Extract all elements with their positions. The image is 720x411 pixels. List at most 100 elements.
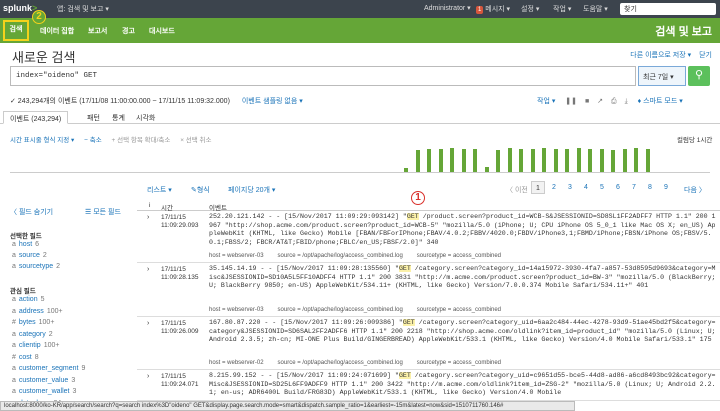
- page-button[interactable]: 4: [579, 181, 593, 194]
- field-bytes[interactable]: # bytes 100+: [12, 319, 54, 326]
- page-button[interactable]: 1: [531, 181, 545, 194]
- nav-reports[interactable]: 보고서: [88, 26, 107, 36]
- field-customer-segment[interactable]: a customer_segment 9: [12, 365, 85, 372]
- expand-row-icon[interactable]: ›: [147, 266, 149, 273]
- sourcetype-field[interactable]: sourcetype = access_combined: [417, 360, 501, 366]
- stop-icon[interactable]: ■: [585, 98, 589, 105]
- timeline-bar[interactable]: [450, 148, 454, 172]
- timeline-bar[interactable]: [645, 148, 650, 172]
- timeline-bar[interactable]: [484, 166, 489, 172]
- next-page-button[interactable]: 다음 〉: [684, 185, 706, 195]
- timeline-bar[interactable]: [519, 148, 523, 172]
- field-customer-wallet[interactable]: a customer_wallet 3: [12, 388, 76, 395]
- timeline-bar[interactable]: [576, 148, 581, 172]
- find-input[interactable]: 찾기: [620, 3, 716, 15]
- timeline-bar[interactable]: [530, 148, 535, 172]
- search-button[interactable]: ⚲: [688, 66, 710, 86]
- sourcetype-field[interactable]: sourcetype = access_combined: [417, 307, 501, 313]
- timeline-bar[interactable]: [438, 149, 443, 172]
- search-input[interactable]: index="oideno" GET: [10, 66, 636, 86]
- timeline-chart[interactable]: [10, 145, 710, 173]
- timeline-bar[interactable]: [611, 149, 615, 172]
- event-row[interactable]: › 17/11/15 11:09:24.071 8.215.99.152 - - [1…: [137, 370, 720, 401]
- page-button[interactable]: 8: [643, 181, 657, 194]
- timeline-bar[interactable]: [599, 148, 604, 172]
- nav-datasets[interactable]: 데이터 집합: [40, 26, 74, 36]
- tab-visualization[interactable]: 시각화: [136, 113, 155, 123]
- host-field[interactable]: host = webserver-02: [209, 360, 264, 366]
- host-field[interactable]: host = webserver-03: [209, 253, 264, 259]
- timeline-bar[interactable]: [427, 148, 431, 172]
- timeline-bar[interactable]: [415, 149, 420, 172]
- field-address[interactable]: a address 100+: [12, 308, 63, 315]
- save-as-button[interactable]: 다른 이름으로 저장 ▾: [630, 52, 691, 59]
- field-host[interactable]: a host 6: [12, 241, 39, 248]
- timeline-format-menu[interactable]: 시간 표시줄 형식 지정 ▾: [10, 137, 74, 144]
- help-menu[interactable]: 도움말 ▾: [583, 4, 608, 14]
- tab-patterns[interactable]: 패턴: [87, 113, 100, 123]
- tab-statistics[interactable]: 통계: [112, 113, 125, 123]
- timeline-bar[interactable]: [461, 148, 466, 172]
- timeline-bar[interactable]: [404, 168, 408, 172]
- nav-search[interactable]: 검색: [3, 20, 29, 41]
- event-row[interactable]: › 17/11/15 11:09:29.093 252.20.121.142 - - …: [137, 211, 720, 263]
- hide-fields-button[interactable]: 〈 필드 숨기기: [10, 207, 53, 217]
- nav-alerts[interactable]: 경고: [122, 26, 135, 36]
- per-page-menu[interactable]: 페이지당 20개 ▾: [228, 185, 275, 195]
- source-field[interactable]: source = /opt/apache/log/access_combined…: [278, 307, 403, 313]
- nav-dashboards[interactable]: 대시보드: [149, 26, 175, 36]
- time-range-picker[interactable]: 최근 7일 ▾: [638, 66, 686, 86]
- event-row[interactable]: › 17/11/15 11:09:28.135 35.145.14.19 - - [1…: [137, 263, 720, 317]
- source-field[interactable]: source = /opt/apache/log/access_combined…: [278, 253, 403, 259]
- source-field[interactable]: source = /opt/apache/log/access_combined…: [278, 360, 403, 366]
- close-button[interactable]: 닫기: [699, 52, 712, 59]
- zoom-out-button[interactable]: − 축소: [84, 137, 102, 144]
- timeline-bar[interactable]: [496, 149, 500, 172]
- search-mode-menu[interactable]: ♦ 스마트 모드 ▾: [638, 98, 683, 105]
- sourcetype-field[interactable]: sourcetype = access_combined: [417, 253, 501, 259]
- field-customer-value[interactable]: a customer_value 3: [12, 377, 75, 384]
- export-icon[interactable]: ⤓: [625, 98, 628, 105]
- user-menu[interactable]: Administrator ▾: [424, 4, 471, 12]
- timeline-bar[interactable]: [473, 149, 477, 172]
- splunk-logo[interactable]: splunk>: [3, 3, 37, 13]
- timeline-bar[interactable]: [507, 148, 512, 172]
- prev-page-button[interactable]: 〈 이전: [506, 185, 528, 195]
- format-button[interactable]: ✎형식: [191, 185, 210, 195]
- page-button[interactable]: 3: [563, 181, 577, 194]
- timeline-bar[interactable]: [588, 149, 592, 172]
- expand-row-icon[interactable]: ›: [147, 373, 149, 380]
- app-menu[interactable]: 앱: 검색 및 보고 ▾: [57, 4, 109, 14]
- field-sourcetype[interactable]: a sourcetype 2: [12, 263, 60, 270]
- share-icon[interactable]: ↗: [597, 98, 603, 105]
- deselect-button[interactable]: × 선택 취소: [180, 137, 211, 144]
- expand-row-icon[interactable]: ›: [147, 320, 149, 327]
- timeline-bar[interactable]: [553, 149, 558, 172]
- all-fields-button[interactable]: ☰ 모든 필드: [85, 207, 121, 217]
- field-category[interactable]: a category 2: [12, 331, 53, 338]
- page-button[interactable]: 2: [547, 181, 561, 194]
- field-cost[interactable]: # cost 8: [12, 354, 39, 361]
- print-icon[interactable]: ⎙: [611, 98, 617, 105]
- field-source[interactable]: a source 2: [12, 252, 47, 259]
- page-button[interactable]: 6: [611, 181, 625, 194]
- page-button[interactable]: 9: [659, 181, 673, 194]
- expand-row-icon[interactable]: ›: [147, 214, 149, 221]
- list-menu[interactable]: 리스트 ▾: [147, 185, 172, 195]
- settings-menu[interactable]: 설정 ▾: [521, 4, 539, 14]
- field-action[interactable]: a action 5: [12, 296, 45, 303]
- activity-menu[interactable]: 작업 ▾: [553, 4, 571, 14]
- messages-menu[interactable]: 1 메시지 ▾: [476, 4, 510, 14]
- zoom-selection-button[interactable]: + 선택 항목 확대/축소: [112, 137, 171, 144]
- host-field[interactable]: host = webserver-03: [209, 307, 264, 313]
- timeline-bar[interactable]: [622, 148, 627, 172]
- event-row[interactable]: › 17/11/15 11:09:26.009 167.80.87.220 - - […: [137, 317, 720, 370]
- pause-icon[interactable]: ❚❚: [565, 98, 577, 105]
- page-button[interactable]: 7: [627, 181, 641, 194]
- timeline-bar[interactable]: [542, 147, 546, 172]
- field-clientip[interactable]: a clientip 100+: [12, 342, 59, 349]
- sampling-menu[interactable]: 이벤트 샘플링 없음 ▾: [242, 98, 303, 105]
- job-menu[interactable]: 작업 ▾: [537, 98, 555, 105]
- tab-events[interactable]: 이벤트 (243,294): [3, 111, 69, 124]
- page-button[interactable]: 5: [595, 181, 609, 194]
